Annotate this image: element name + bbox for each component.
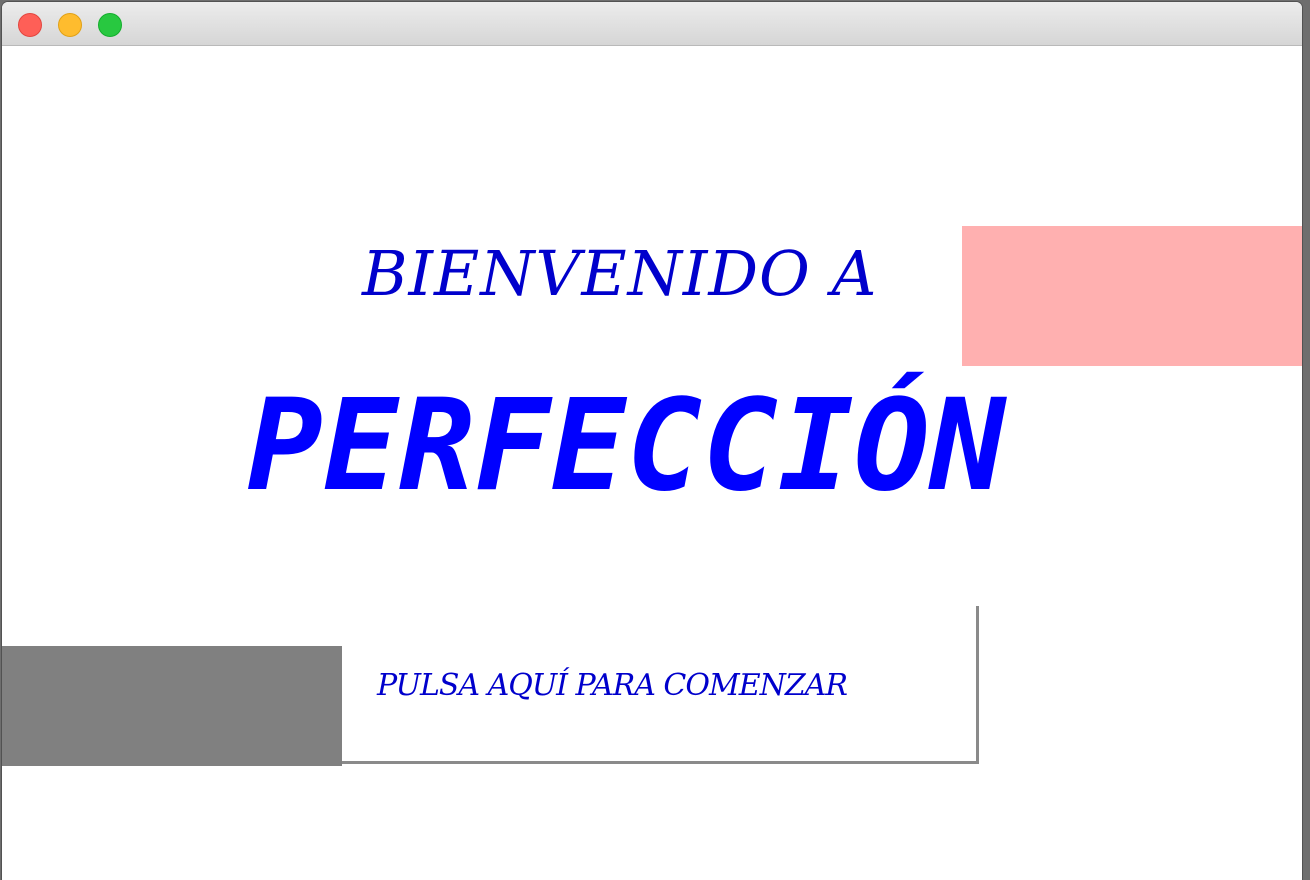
minimize-icon[interactable] (58, 13, 82, 37)
welcome-screen: BIENVENIDO A PERFECCIÓN PULSA AQUÍ PARA … (2, 46, 1302, 880)
zoom-icon[interactable] (98, 13, 122, 37)
app-title: PERFECCIÓN (247, 372, 1006, 519)
start-button[interactable]: PULSA AQUÍ PARA COMENZAR (341, 606, 979, 764)
pink-placeholder-block (962, 226, 1302, 366)
welcome-heading: BIENVENIDO A (362, 237, 878, 310)
title-bar[interactable] (2, 2, 1302, 46)
gray-placeholder-block (2, 646, 342, 766)
start-button-label: PULSA AQUÍ PARA COMENZAR (377, 668, 848, 703)
app-window: BIENVENIDO A PERFECCIÓN PULSA AQUÍ PARA … (2, 2, 1302, 880)
close-icon[interactable] (18, 13, 42, 37)
